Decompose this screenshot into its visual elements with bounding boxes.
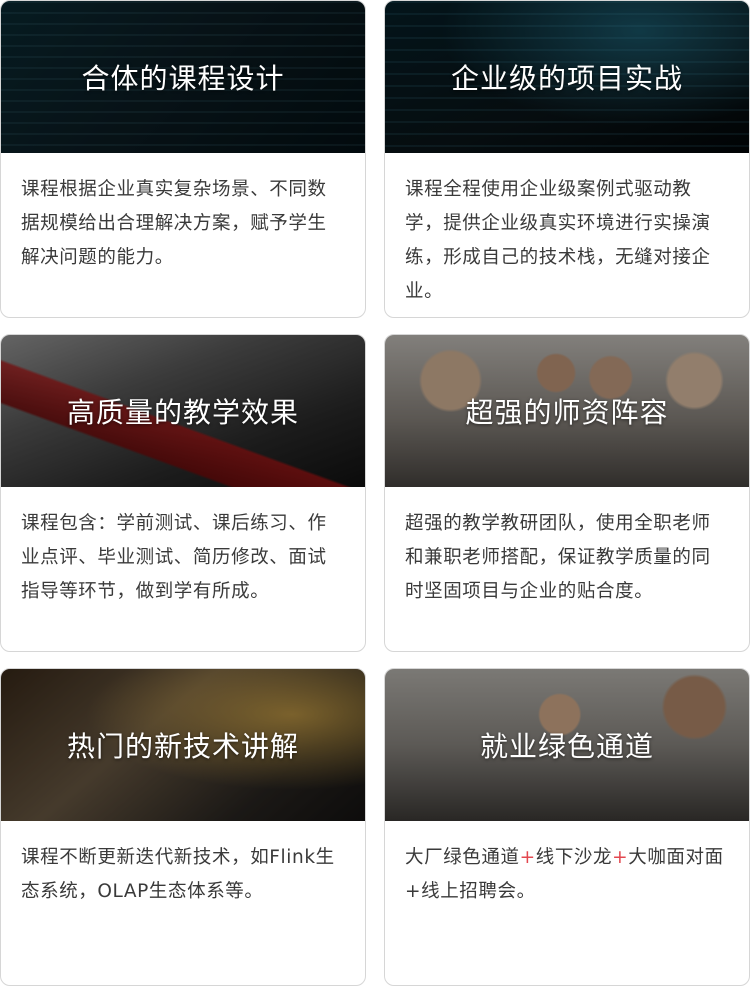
text-segment: 线下沙龙 <box>535 847 613 868</box>
card-banner: 热门的新技术讲解 <box>1 669 365 821</box>
card-enterprise-projects: 企业级的项目实战 课程全程使用企业级案例式驱动教学，提供企业级真实环境进行实操演… <box>384 0 750 318</box>
text-segment: 大咖面对面 <box>628 847 724 868</box>
card-banner: 高质量的教学效果 <box>1 335 365 487</box>
card-banner: 企业级的项目实战 <box>385 1 749 153</box>
card-title: 热门的新技术讲解 <box>66 730 299 763</box>
card-faculty: 超强的师资阵容 超强的教学教研团队，使用全职老师和兼职老师搭配，保证教学质量的同… <box>384 334 750 652</box>
card-course-design: 合体的课程设计 课程根据企业真实复杂场景、不同数据规模给出合理解决方案，赋予学生… <box>0 0 366 318</box>
card-banner: 就业绿色通道 <box>385 669 749 821</box>
card-banner: 合体的课程设计 <box>1 1 365 153</box>
card-description: 课程包含：学前测试、课后练习、作业点评、毕业测试、简历修改、面试指导等环节，做到… <box>21 513 327 602</box>
card-title: 超强的师资阵容 <box>465 396 669 429</box>
card-description: 超强的教学教研团队，使用全职老师和兼职老师搭配，保证教学质量的同时坚固项目与企业… <box>405 513 711 602</box>
card-teaching-quality: 高质量的教学效果 课程包含：学前测试、课后练习、作业点评、毕业测试、简历修改、面… <box>0 334 366 652</box>
card-description: 课程全程使用企业级案例式驱动教学，提供企业级真实环境进行实操演练，形成自己的技术… <box>405 179 711 302</box>
feature-grid: 合体的课程设计 课程根据企业真实复杂场景、不同数据规模给出合理解决方案，赋予学生… <box>0 0 750 986</box>
card-title: 高质量的教学效果 <box>66 396 299 429</box>
card-banner: 超强的师资阵容 <box>385 335 749 487</box>
card-description: 大厂绿色通道+线下沙龙+大咖面对面+线上招聘会。 <box>385 821 749 909</box>
card-new-tech: 热门的新技术讲解 课程不断更新迭代新技术，如Flink生态系统，OLAP生态体系… <box>0 668 366 986</box>
text-segment: +线上招聘会。 <box>405 881 536 902</box>
card-description: 课程根据企业真实复杂场景、不同数据规模给出合理解决方案，赋予学生解决问题的能力。 <box>21 179 327 268</box>
card-employment: 就业绿色通道 大厂绿色通道+线下沙龙+大咖面对面+线上招聘会。 <box>384 668 750 986</box>
text-segment: 大厂绿色通道 <box>405 847 520 868</box>
card-description: 课程不断更新迭代新技术，如Flink生态系统，OLAP生态体系等。 <box>21 847 335 902</box>
card-title: 就业绿色通道 <box>479 730 654 763</box>
card-title: 合体的课程设计 <box>81 62 285 95</box>
plus-separator: + <box>519 847 536 868</box>
card-title: 企业级的项目实战 <box>450 62 683 95</box>
plus-separator: + <box>612 847 629 868</box>
